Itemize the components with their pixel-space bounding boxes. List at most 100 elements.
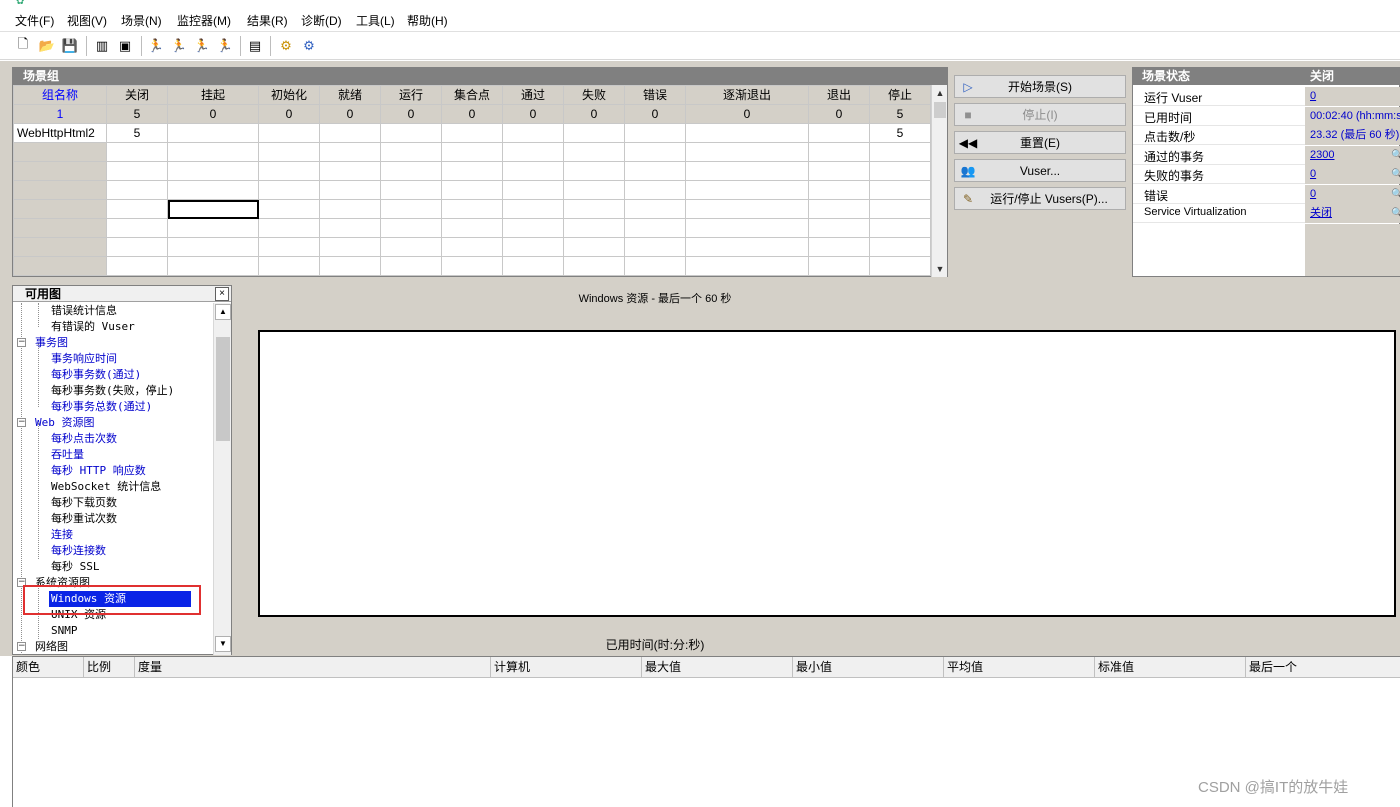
grid-cell[interactable] [258, 123, 320, 143]
run-icon[interactable]: 🏃 [146, 36, 166, 56]
grid-cell[interactable] [563, 199, 625, 219]
grid-column-header[interactable]: 关闭 [106, 85, 168, 105]
grid-cell[interactable] [502, 218, 564, 238]
grid-cell[interactable] [869, 199, 931, 219]
grid-cell[interactable] [624, 161, 686, 181]
grid-column-header[interactable]: 通过 [502, 85, 564, 105]
grid-cell[interactable] [319, 180, 381, 200]
grid-column-header[interactable]: 初始化 [258, 85, 320, 105]
tree-node-transaction-response-time[interactable]: 事务响应时间 [51, 351, 117, 367]
grid-cell[interactable] [624, 256, 686, 276]
group-name-cell[interactable] [13, 218, 107, 238]
tree-node-web-resource-graphs[interactable]: Web 资源图 [35, 415, 95, 431]
grid-cell[interactable] [869, 218, 931, 238]
grid-cell[interactable] [167, 180, 259, 200]
grid-cell[interactable] [502, 180, 564, 200]
column-min[interactable]: 最小值 [793, 657, 944, 678]
group-name-cell[interactable] [13, 237, 107, 257]
grid-cell[interactable] [258, 218, 320, 238]
table-row[interactable]: WebHttpHtml2 5 5 [13, 123, 931, 143]
grid-cell[interactable] [685, 161, 809, 181]
grid-column-header[interactable]: 停止 [869, 85, 931, 105]
grid-cell[interactable] [319, 218, 381, 238]
grid-cell[interactable] [106, 218, 168, 238]
grid-cell[interactable] [380, 237, 442, 257]
grid-cell[interactable] [167, 161, 259, 181]
grid-cell[interactable] [563, 142, 625, 162]
failed-transactions-link[interactable]: 0 [1305, 165, 1400, 184]
reset-button[interactable]: ◀◀ 重置(E) [954, 131, 1126, 154]
grid-cell[interactable] [258, 237, 320, 257]
grid-cell[interactable] [685, 199, 809, 219]
grid-cell[interactable] [808, 256, 870, 276]
close-icon[interactable]: × [215, 287, 229, 301]
grid-column-header[interactable]: 就绪 [319, 85, 381, 105]
grid-cell[interactable] [808, 161, 870, 181]
magnifier-icon[interactable]: 🔍 [1391, 169, 1400, 180]
grid-cell[interactable] [380, 161, 442, 181]
table-row[interactable] [13, 218, 931, 238]
grid-cell[interactable] [258, 256, 320, 276]
grid-cell[interactable] [563, 161, 625, 181]
grid-cell[interactable] [258, 199, 320, 219]
collapse-icon[interactable]: − [17, 338, 26, 347]
table-row[interactable] [13, 161, 931, 181]
grid-column-header[interactable]: 集合点 [441, 85, 503, 105]
column-max[interactable]: 最大值 [642, 657, 793, 678]
grid-cell[interactable] [380, 218, 442, 238]
grid-column-header[interactable]: 组名称 [13, 85, 107, 105]
grid-cell[interactable] [685, 180, 809, 200]
grid-cell[interactable]: 5 [106, 123, 168, 143]
group-icon[interactable]: ▥ [92, 36, 112, 56]
scroll-down-arrow-icon[interactable]: ▼ [932, 261, 948, 277]
tree-node-total-tps[interactable]: 每秒事务总数(通过) [51, 399, 152, 415]
grid-column-header[interactable]: 错误 [624, 85, 686, 105]
grid-cell[interactable] [167, 199, 259, 219]
grid-cell[interactable] [441, 199, 503, 219]
tree-node-snmp[interactable]: SNMP [51, 623, 78, 639]
scenario-groups-scrollbar[interactable]: ▲ ▼ [931, 85, 947, 277]
collate-icon[interactable]: ⚙ [299, 36, 319, 56]
grid-cell[interactable] [441, 256, 503, 276]
grid-cell[interactable] [319, 161, 381, 181]
tree-node-hits-per-second[interactable]: 每秒点击次数 [51, 431, 117, 447]
grid-cell[interactable] [441, 218, 503, 238]
grid-cell[interactable] [808, 123, 870, 143]
magnifier-icon[interactable]: 🔍 [1391, 208, 1400, 219]
collapse-icon[interactable]: − [17, 418, 26, 427]
grid-cell[interactable] [106, 199, 168, 219]
table-row[interactable] [13, 199, 931, 219]
scroll-up-arrow-icon[interactable]: ▲ [215, 304, 231, 320]
run-walk-icon[interactable]: 🏃 [169, 36, 189, 56]
run-stop-vusers-button[interactable]: ✎ 运行/停止 Vusers(P)... [954, 187, 1126, 210]
group-name-cell[interactable] [13, 161, 107, 181]
menu-help[interactable]: 帮助(H) [407, 12, 448, 29]
grid-cell[interactable] [441, 237, 503, 257]
analysis-icon[interactable]: ▤ [245, 36, 265, 56]
grid-cell[interactable] [685, 123, 809, 143]
grid-column-header[interactable]: 逐渐退出 [685, 85, 809, 105]
grid-cell[interactable] [808, 142, 870, 162]
start-scenario-button[interactable]: ▷ 开始场景(S) [954, 75, 1126, 98]
grid-cell[interactable] [869, 180, 931, 200]
table-row[interactable] [13, 256, 931, 276]
grid-cell[interactable] [808, 180, 870, 200]
diagnostics-icon[interactable]: ⚙ [276, 36, 296, 56]
scroll-down-arrow-icon[interactable]: ▼ [215, 636, 231, 652]
grid-cell[interactable] [624, 123, 686, 143]
grid-cell[interactable] [624, 199, 686, 219]
grid-cell[interactable] [502, 237, 564, 257]
tree-node-websocket-stats[interactable]: WebSocket 统计信息 [51, 479, 161, 495]
column-color[interactable]: 颜色 [13, 657, 84, 678]
tree-node-tps-failed[interactable]: 每秒事务数(失败，停止) [51, 383, 174, 399]
tree-node-connections[interactable]: 连接 [51, 527, 73, 543]
running-vusers-link[interactable]: 0 [1305, 87, 1400, 106]
group-name-cell[interactable] [13, 256, 107, 276]
passed-transactions-link[interactable]: 2300 [1305, 146, 1400, 165]
grid-cell[interactable] [563, 218, 625, 238]
grid-column-header[interactable]: 挂起 [167, 85, 259, 105]
vuser-list-icon[interactable]: ▣ [115, 36, 135, 56]
menu-monitors[interactable]: 监控器(M) [177, 12, 231, 29]
run-reset-icon[interactable]: 🏃 [215, 36, 235, 56]
tree-node-throughput[interactable]: 吞吐量 [51, 447, 84, 463]
